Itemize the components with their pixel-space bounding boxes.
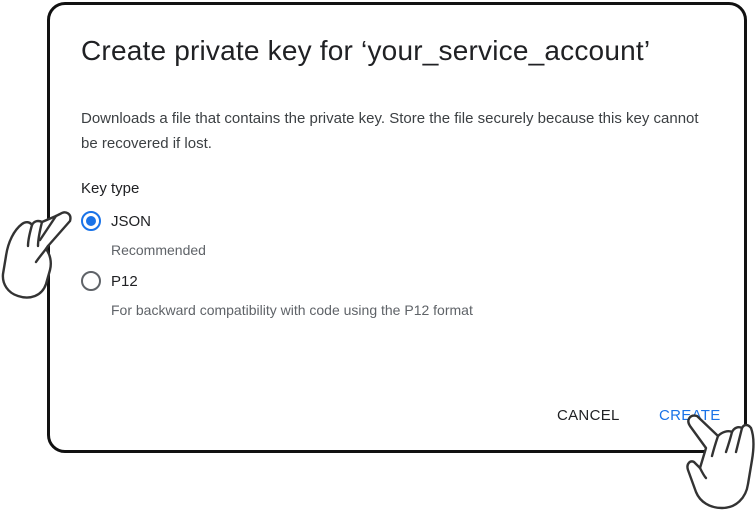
radio-json-selected[interactable]	[81, 211, 101, 231]
option-label-p12: P12	[111, 272, 138, 290]
option-label-json: JSON	[111, 212, 152, 230]
create-button[interactable]: CREATE	[653, 403, 727, 428]
create-private-key-dialog: Create private key for ‘your_service_acc…	[47, 2, 747, 453]
option-sublabel-json: Recommended	[111, 242, 206, 258]
dialog-description: Downloads a file that contains the priva…	[81, 110, 699, 152]
radio-p12-unselected[interactable]	[81, 271, 101, 291]
option-sublabel-p12: For backward compatibility with code usi…	[111, 302, 473, 318]
radio-option-p12[interactable]: P12	[81, 271, 138, 291]
key-type-label: Key type	[81, 180, 140, 197]
radio-option-json[interactable]: JSON	[81, 211, 151, 231]
cancel-button[interactable]: CANCEL	[551, 403, 626, 428]
screen: Create private key for ‘your_service_acc…	[0, 0, 755, 511]
dialog-title: Create private key for ‘your_service_acc…	[81, 35, 651, 66]
